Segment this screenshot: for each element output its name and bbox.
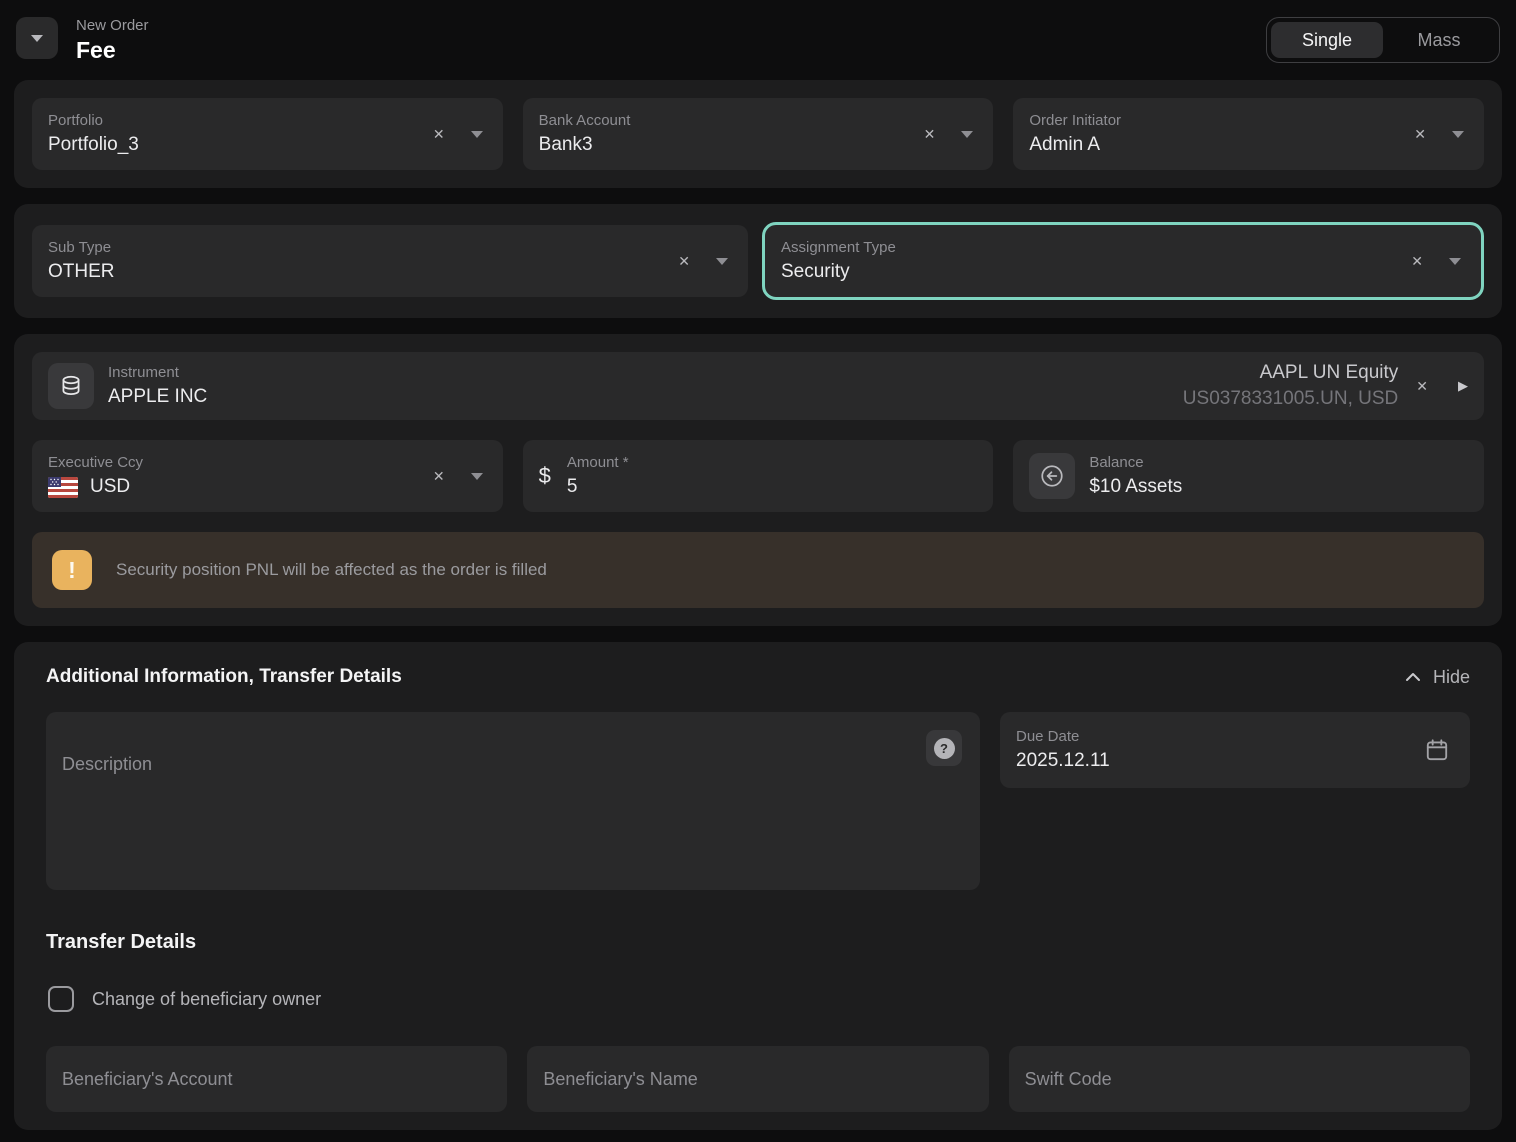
instrument-select[interactable]: Instrument APPLE INC AAPL UN Equity US03… — [32, 352, 1484, 420]
change-of-beneficiary-checkbox[interactable] — [48, 986, 74, 1012]
executive-ccy-select[interactable]: Executive Ccy — [32, 440, 503, 512]
executive-ccy-label: Executive Ccy — [48, 454, 433, 471]
panel-type-selection: Sub Type OTHER ✕ Assignment Type Securit… — [14, 204, 1502, 318]
arrow-left-circle-icon[interactable] — [1029, 453, 1075, 499]
chevron-down-icon[interactable] — [961, 131, 973, 138]
balance-label: Balance — [1089, 454, 1182, 471]
calendar-icon[interactable] — [1424, 737, 1450, 763]
order-initiator-label: Order Initiator — [1029, 112, 1414, 129]
question-mark-icon: ? — [934, 738, 955, 759]
title-block: New Order Fee — [76, 14, 149, 64]
arrow-right-icon[interactable]: ▶ — [1458, 378, 1468, 394]
chevron-down-icon — [31, 35, 43, 42]
instrument-label: Instrument — [108, 364, 1183, 381]
beneficiary-name-input[interactable] — [527, 1046, 988, 1112]
header: New Order Fee Single Mass — [0, 0, 1516, 80]
assignment-type-select[interactable]: Assignment Type Security ✕ — [762, 222, 1484, 300]
beneficiary-account-input[interactable] — [46, 1046, 507, 1112]
chevron-up-icon — [1405, 672, 1421, 682]
toggle-mass[interactable]: Mass — [1383, 22, 1495, 58]
toggle-single[interactable]: Single — [1271, 22, 1383, 58]
sub-type-value: OTHER — [48, 261, 678, 283]
assignment-type-label: Assignment Type — [781, 239, 1411, 256]
warning-message: Security position PNL will be affected a… — [116, 560, 547, 580]
description-input[interactable] — [46, 712, 980, 890]
panel-additional-information: Additional Information, Transfer Details… — [14, 642, 1502, 1130]
help-button[interactable]: ? — [926, 730, 962, 766]
order-initiator-value: Admin A — [1029, 134, 1414, 156]
clear-icon[interactable]: ✕ — [433, 468, 445, 485]
bank-account-select[interactable]: Bank Account Bank3 ✕ — [523, 98, 994, 170]
warning-icon: ! — [52, 550, 92, 590]
order-initiator-select[interactable]: Order Initiator Admin A ✕ — [1013, 98, 1484, 170]
amount-input[interactable] — [567, 476, 977, 498]
chevron-down-icon[interactable] — [1449, 258, 1461, 265]
chevron-down-icon[interactable] — [471, 131, 483, 138]
instrument-identifier: US0378331005.UN, USD — [1183, 388, 1398, 410]
clear-icon[interactable]: ✕ — [924, 126, 936, 143]
clear-icon[interactable]: ✕ — [1416, 378, 1428, 395]
portfolio-label: Portfolio — [48, 112, 433, 129]
hide-label: Hide — [1433, 667, 1470, 688]
pnl-warning-banner: ! Security position PNL will be affected… — [32, 532, 1484, 608]
order-mode-toggle: Single Mass — [1266, 17, 1500, 63]
chevron-down-icon[interactable] — [1452, 131, 1464, 138]
due-date-label: Due Date — [1016, 728, 1424, 745]
amount-label: Amount * — [567, 454, 977, 471]
sub-type-select[interactable]: Sub Type OTHER ✕ — [32, 225, 748, 297]
panel-instrument: Instrument APPLE INC AAPL UN Equity US03… — [14, 334, 1502, 626]
clear-icon[interactable]: ✕ — [1411, 253, 1423, 270]
chevron-down-icon[interactable] — [471, 473, 483, 480]
bank-account-label: Bank Account — [539, 112, 924, 129]
collapse-order-button[interactable] — [16, 17, 58, 59]
due-date-field[interactable]: Due Date 2025.12.11 — [1000, 712, 1470, 788]
additional-info-heading: Additional Information, Transfer Details — [46, 666, 402, 688]
transfer-details-heading: Transfer Details — [46, 931, 1470, 954]
executive-ccy-value: USD — [90, 476, 130, 498]
change-of-beneficiary-row[interactable]: Change of beneficiary owner — [48, 986, 1470, 1012]
clear-icon[interactable]: ✕ — [433, 126, 445, 143]
coins-icon — [48, 363, 94, 409]
us-flag-icon — [48, 477, 78, 498]
clear-icon[interactable]: ✕ — [1414, 126, 1426, 143]
chevron-down-icon[interactable] — [716, 258, 728, 265]
bank-account-value: Bank3 — [539, 134, 924, 156]
panel-account-selection: Portfolio Portfolio_3 ✕ Bank Account Ban… — [14, 80, 1502, 188]
amount-field[interactable]: $ Amount * — [523, 440, 994, 512]
instrument-value: APPLE INC — [108, 386, 1183, 408]
portfolio-value: Portfolio_3 — [48, 134, 433, 156]
assignment-type-value: Security — [781, 261, 1411, 283]
required-marker: * — [623, 454, 629, 471]
hide-section-button[interactable]: Hide — [1405, 667, 1470, 688]
instrument-ticker: AAPL UN Equity — [1183, 362, 1398, 384]
description-box: ? — [46, 712, 980, 895]
due-date-value: 2025.12.11 — [1016, 750, 1424, 772]
sub-type-label: Sub Type — [48, 239, 678, 256]
balance-value: $10 Assets — [1089, 476, 1182, 498]
balance-field: Balance $10 Assets — [1013, 440, 1484, 512]
portfolio-select[interactable]: Portfolio Portfolio_3 ✕ — [32, 98, 503, 170]
page-title: Fee — [76, 37, 149, 64]
swift-code-input[interactable] — [1009, 1046, 1470, 1112]
dollar-icon: $ — [539, 463, 551, 489]
order-subtitle: New Order — [76, 17, 149, 34]
clear-icon[interactable]: ✕ — [678, 253, 690, 270]
change-of-beneficiary-label: Change of beneficiary owner — [92, 989, 321, 1010]
